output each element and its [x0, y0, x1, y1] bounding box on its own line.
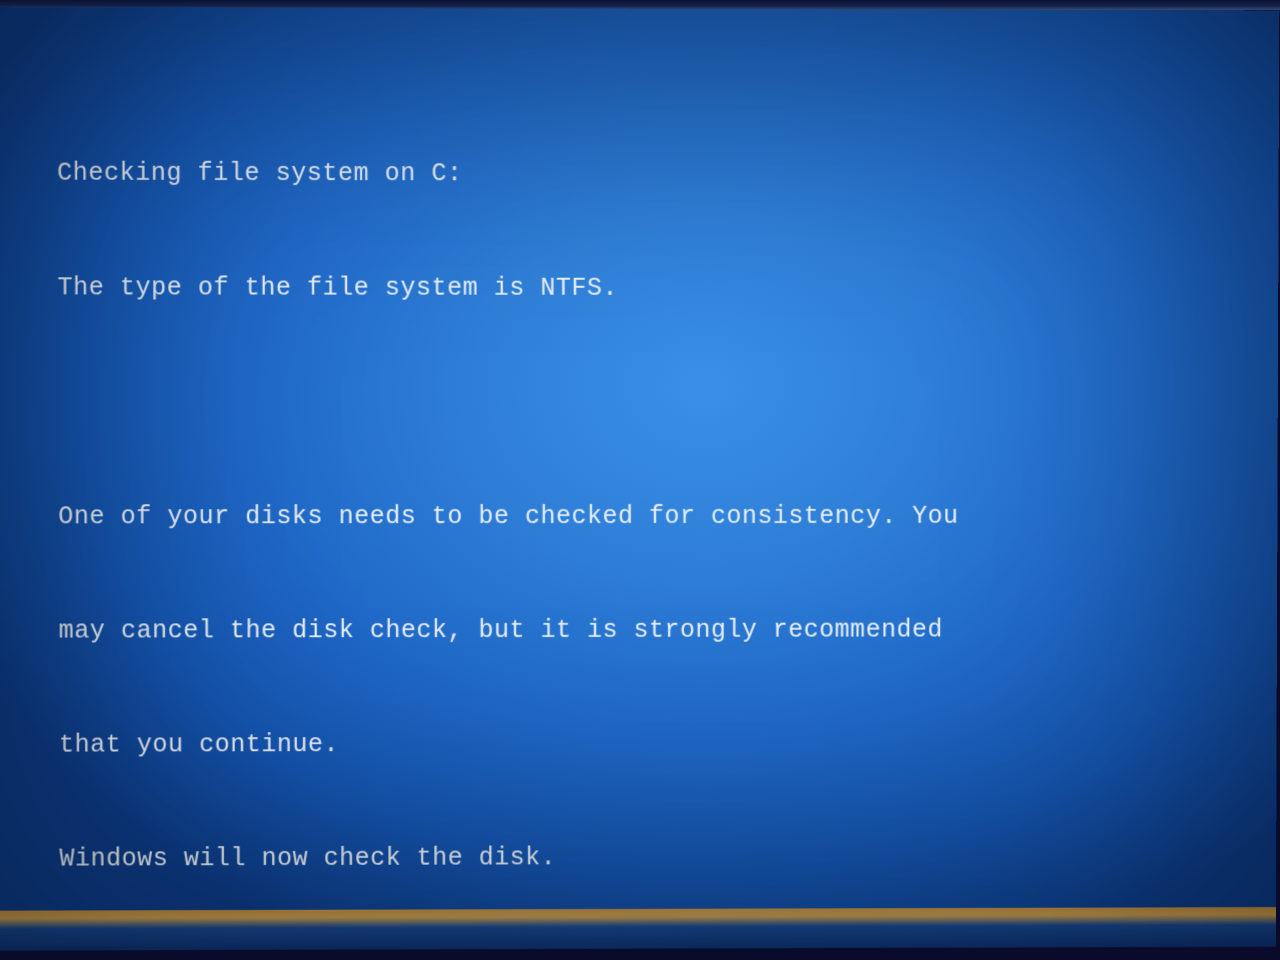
chkdsk-screen: Checking file system on C: The type of t…	[0, 7, 1279, 950]
chkdsk-line: may cancel the disk check, but it is str…	[59, 611, 1218, 650]
chkdsk-line: that you continue.	[59, 725, 1217, 765]
chkdsk-line: Windows will now check the disk.	[59, 838, 1216, 879]
chkdsk-line: Checking file system on C:	[57, 155, 1219, 195]
blank-line	[60, 951, 1217, 960]
photo-vignette	[0, 7, 1279, 950]
blank-line	[58, 384, 1218, 422]
progress-divider-bar	[0, 907, 1276, 951]
chkdsk-line: The type of the file system is NTFS.	[57, 269, 1218, 308]
chkdsk-line: One of your disks needs to be checked fo…	[58, 498, 1218, 537]
